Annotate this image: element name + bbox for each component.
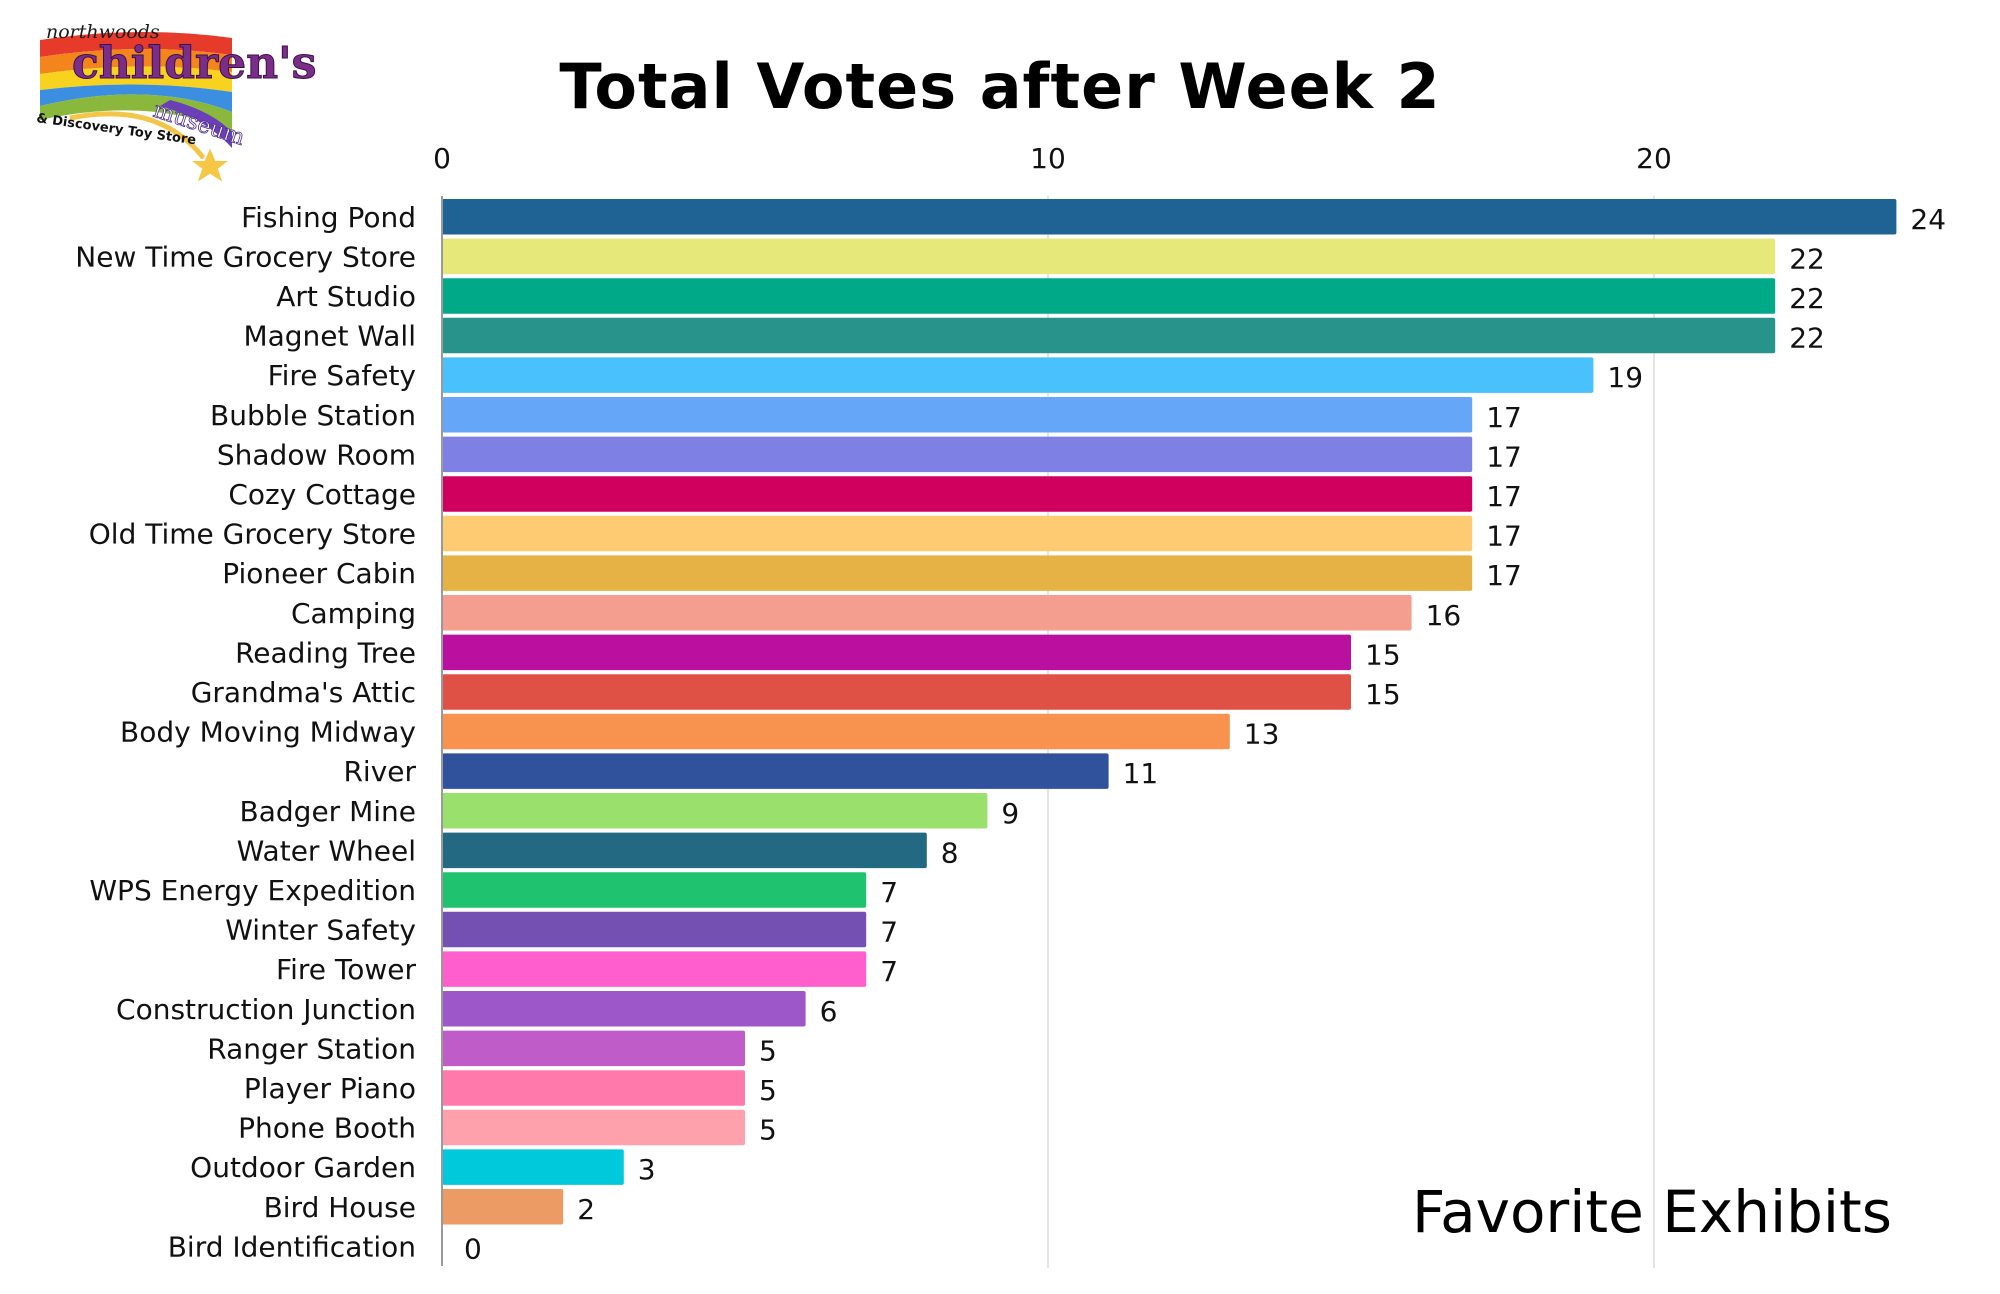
data-label: 17 xyxy=(1486,401,1522,434)
bar xyxy=(442,634,1351,671)
data-label: 7 xyxy=(880,876,898,909)
category-label: Fire Tower xyxy=(276,953,416,986)
category-label: Fishing Pond xyxy=(241,201,416,234)
category-label: Water Wheel xyxy=(237,834,416,867)
bar xyxy=(442,753,1109,789)
bar xyxy=(442,595,1412,631)
bar xyxy=(442,1149,624,1185)
category-label: Cozy Cottage xyxy=(228,478,416,511)
category-label: Old Time Grocery Store xyxy=(89,518,416,551)
x-tick-label: 0 xyxy=(433,142,451,175)
data-label: 2 xyxy=(577,1193,595,1226)
bar xyxy=(442,515,1473,552)
data-label: 9 xyxy=(1001,797,1019,830)
data-label: 17 xyxy=(1486,440,1522,473)
bar xyxy=(442,1070,745,1106)
chart-subtitle: Favorite Exhibits xyxy=(1412,1178,1892,1246)
data-label: 3 xyxy=(638,1153,656,1186)
category-label: Art Studio xyxy=(276,280,416,313)
data-label: 15 xyxy=(1365,678,1401,711)
bar xyxy=(442,238,1776,275)
category-label: Player Piano xyxy=(244,1072,416,1105)
bar xyxy=(442,713,1230,750)
data-label: 5 xyxy=(759,1114,777,1147)
category-label: Winter Safety xyxy=(225,914,416,947)
x-axis-ticks: 0 10 20 xyxy=(433,142,1672,175)
bar xyxy=(442,397,1473,433)
data-label: 22 xyxy=(1789,282,1825,315)
category-labels: Fishing Pond New Time Grocery Store Art St… xyxy=(75,201,416,1264)
bar xyxy=(442,1109,745,1146)
bar xyxy=(442,357,1594,393)
category-label: Bird House xyxy=(264,1191,416,1224)
category-label: Grandma's Attic xyxy=(191,676,416,709)
data-label: 6 xyxy=(820,995,838,1028)
category-label: Shadow Room xyxy=(217,438,416,471)
data-label: 0 xyxy=(464,1232,482,1265)
museum-logo: northwoods children's museum & Discovery… xyxy=(35,21,317,187)
data-label: 5 xyxy=(759,1074,777,1107)
data-label: 19 xyxy=(1607,361,1643,394)
bar xyxy=(442,278,1776,314)
category-label: River xyxy=(343,755,416,788)
data-label: 17 xyxy=(1486,520,1522,553)
bar xyxy=(442,911,867,948)
bar xyxy=(442,1189,564,1225)
bar-chart: northwoods children's museum & Discovery… xyxy=(35,21,1946,1268)
x-tick-label: 20 xyxy=(1636,142,1672,175)
bar xyxy=(442,555,1473,591)
category-label: Fire Safety xyxy=(268,359,416,392)
x-tick-label: 10 xyxy=(1030,142,1066,175)
data-label: 7 xyxy=(880,955,898,988)
data-label: 17 xyxy=(1486,480,1522,513)
bar xyxy=(442,476,1473,512)
data-label: 8 xyxy=(941,836,959,869)
bar xyxy=(442,1030,745,1067)
bar xyxy=(442,832,927,869)
data-label: 5 xyxy=(759,1034,777,1067)
category-label: Body Moving Midway xyxy=(120,716,416,749)
category-label: Magnet Wall xyxy=(243,320,416,353)
category-label: New Time Grocery Store xyxy=(75,240,416,273)
bar xyxy=(442,436,1473,473)
bar xyxy=(442,951,867,987)
bar xyxy=(442,991,806,1027)
bar xyxy=(442,872,867,908)
category-label: WPS Energy Expedition xyxy=(89,874,416,907)
bar xyxy=(442,793,988,829)
category-label: Outdoor Garden xyxy=(190,1151,416,1184)
category-label: Camping xyxy=(291,597,416,630)
data-label: 22 xyxy=(1789,242,1825,275)
data-label: 24 xyxy=(1910,203,1946,236)
bar xyxy=(442,199,1897,235)
category-label: Ranger Station xyxy=(207,1032,416,1065)
data-label: 7 xyxy=(880,916,898,949)
category-label: Bubble Station xyxy=(210,399,416,432)
data-label: 16 xyxy=(1426,599,1462,632)
category-label: Reading Tree xyxy=(235,636,416,669)
category-label: Construction Junction xyxy=(116,993,416,1026)
data-label: 11 xyxy=(1123,757,1159,790)
chart-title: Total Votes after Week 2 xyxy=(559,50,1440,123)
category-label: Phone Booth xyxy=(238,1112,416,1145)
bar xyxy=(442,674,1351,710)
data-label: 22 xyxy=(1789,322,1825,355)
data-label: 15 xyxy=(1365,638,1401,671)
category-label: Badger Mine xyxy=(240,795,416,828)
data-label: 13 xyxy=(1244,718,1280,751)
logo-childrens: children's xyxy=(72,38,316,89)
bar xyxy=(442,317,1776,354)
category-label: Bird Identification xyxy=(168,1230,416,1263)
category-label: Pioneer Cabin xyxy=(222,557,416,590)
bars xyxy=(442,199,1897,1225)
data-label: 17 xyxy=(1486,559,1522,592)
